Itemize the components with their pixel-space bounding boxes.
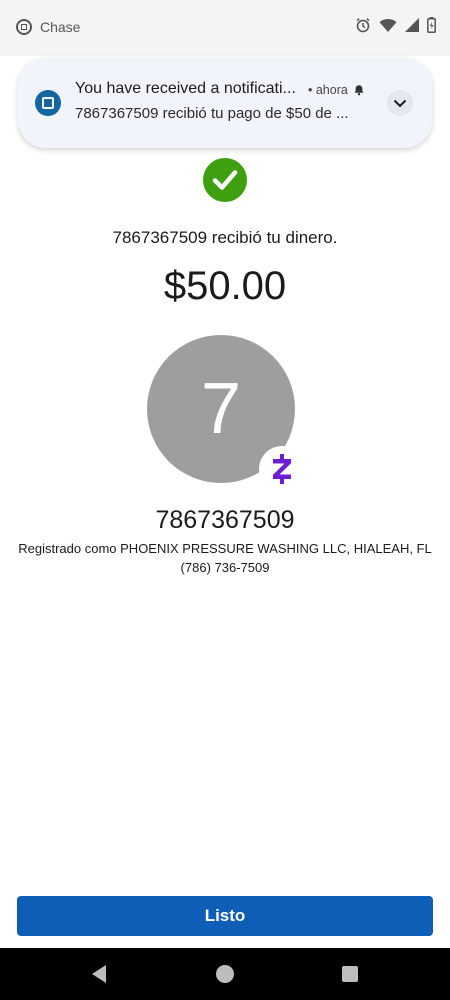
bell-icon [354,85,364,96]
recents-icon[interactable] [342,966,358,982]
notification-card[interactable]: You have received a notificati... • ahor… [18,58,432,148]
status-icons [355,17,436,33]
notification-body: 7867367509 recibió tu pago de $50 de ... [75,105,349,122]
zelle-icon [273,454,291,484]
notification-meta: • ahora [308,83,365,97]
system-nav-bar [0,948,450,1000]
back-icon[interactable] [90,964,108,984]
alarm-icon [356,18,370,33]
chase-logo-icon [35,90,61,116]
wifi-icon [379,18,397,32]
done-button[interactable]: Listo [17,896,433,936]
chase-logo-icon [16,19,32,35]
notification-expand-button[interactable] [387,90,413,116]
recipient-name: 7867367509 [155,506,295,534]
signal-icon [405,18,419,32]
status-app-indicator: Chase [16,19,80,35]
zelle-badge [259,446,305,492]
recipient-phone: (786) 736-7509 [180,560,270,575]
avatar-initial: 7 [200,369,242,449]
notification-time: • ahora [308,83,348,97]
payment-amount: $50.00 [163,264,287,308]
status-bar: Chase [0,0,450,56]
battery-icon [427,17,436,33]
chevron-down-icon [393,99,407,107]
success-check-icon [203,158,247,202]
status-app-name: Chase [40,19,81,35]
recipient-registration: Registrado como PHOENIX PRESSURE WASHING… [18,541,432,556]
notification-title: You have received a notificati... [75,80,296,97]
confirmation-message: 7867367509 recibió tu dinero. [112,228,338,247]
home-icon[interactable] [216,965,234,983]
